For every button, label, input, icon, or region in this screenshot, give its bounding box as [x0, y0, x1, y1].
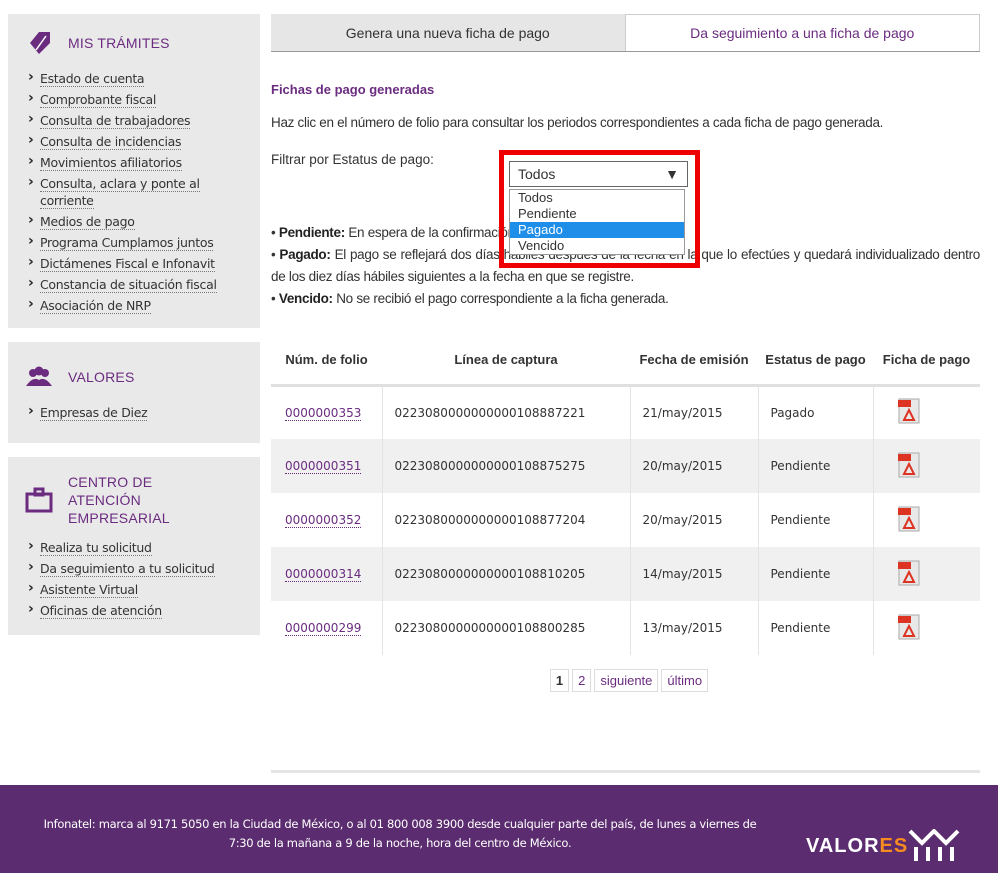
estatus-cell: Pagado [757, 385, 873, 439]
linea-cell: 0223080000000000108877204 [381, 493, 630, 547]
infonavit-logo-icon [908, 829, 960, 861]
fecha-cell: 13/may/2015 [629, 601, 758, 655]
fecha-cell: 21/may/2015 [629, 385, 758, 439]
table-row: 0000000314 0223080000000000108810205 14/… [271, 547, 980, 601]
sidebar-item-medios-de-pago[interactable]: Medios de pago [28, 212, 260, 230]
estatus-cell: Pendiente [757, 547, 873, 601]
page-1[interactable]: 1 [549, 669, 570, 692]
estatus-cell: Pendiente [757, 439, 873, 493]
sidebar: MIS TRÁMITES Estado de cuenta Comprobant… [8, 14, 260, 635]
divider [271, 770, 980, 773]
folio-link[interactable]: 0000000314 [285, 567, 362, 582]
linea-cell: 0223080000000000108810205 [381, 547, 630, 601]
sidebar-item-consulta-aclara[interactable]: Consulta, aclara y ponte al corriente [28, 174, 236, 209]
fichas-table: Núm. de folio Línea de captura Fecha de … [271, 335, 980, 655]
sidebar-item-constancia[interactable]: Constancia de situación fiscal [28, 275, 260, 293]
sidebar-item-empresas-de-diez[interactable]: Empresas de Diez [28, 403, 260, 421]
select-value: Todos [518, 166, 556, 182]
option-vencido[interactable]: Vencido [510, 238, 684, 254]
sidebar-section-centro-atencion: CENTRO DE ATENCIÓN EMPRESARIAL Realiza t… [8, 457, 260, 635]
col-fecha: Fecha de emisión [630, 335, 758, 387]
pdf-icon[interactable] [897, 614, 920, 640]
briefcase-icon [25, 487, 53, 513]
pdf-icon[interactable] [897, 506, 920, 532]
footer: Infonatel: marca al 9171 5050 en la Ciud… [0, 785, 998, 873]
fecha-cell: 20/may/2015 [629, 439, 758, 493]
estatus-cell: Pendiente [757, 493, 873, 547]
sidebar-item-seguimiento-solicitud[interactable]: Da seguimiento a tu solicitud [28, 559, 260, 577]
pdf-icon[interactable] [897, 560, 920, 586]
table-row: 0000000353 0223080000000000108887221 21/… [271, 385, 980, 439]
pdf-icon[interactable] [897, 452, 920, 478]
sidebar-section-title: CENTRO DE ATENCIÓN EMPRESARIAL [68, 474, 170, 526]
table-row: 0000000351 0223080000000000108875275 20/… [271, 439, 980, 493]
status-filter-select[interactable]: Todos ▼ [509, 161, 688, 187]
sidebar-section-header: MIS TRÁMITES [8, 28, 260, 66]
fecha-cell: 14/may/2015 [629, 547, 758, 601]
folio-link[interactable]: 0000000351 [285, 459, 362, 474]
section-title: Fichas de pago generadas [271, 82, 435, 97]
tag-icon [30, 32, 50, 54]
sidebar-item-consulta-incidencias[interactable]: Consulta de incidencias [28, 132, 260, 150]
linea-cell: 0223080000000000108800285 [381, 601, 630, 655]
col-estatus: Estatus de pago [758, 335, 873, 387]
intro-text: Haz clic en el número de folio para cons… [271, 115, 884, 130]
legend-vencido: • Vencido: No se recibió el pago corresp… [271, 291, 669, 306]
page-last[interactable]: último [661, 669, 709, 692]
folio-link[interactable]: 0000000353 [285, 405, 362, 421]
linea-cell: 0223080000000000108887221 [381, 385, 630, 439]
sidebar-item-movimientos-afiliatorios[interactable]: Movimientos afiliatorios [28, 153, 260, 171]
sidebar-item-cumplamos-juntos[interactable]: Programa Cumplamos juntos [28, 233, 260, 251]
option-todos[interactable]: Todos [510, 190, 684, 206]
table-header-row: Núm. de folio Línea de captura Fecha de … [271, 335, 980, 387]
tab-bar: Genera una nueva ficha de pago Da seguim… [271, 14, 980, 52]
estatus-cell: Pendiente [757, 601, 873, 655]
sidebar-section-valores: VALORES Empresas de Diez [8, 342, 260, 443]
table-row: 0000000299 0223080000000000108800285 13/… [271, 601, 980, 655]
sidebar-section-header: CENTRO DE ATENCIÓN EMPRESARIAL [8, 473, 260, 535]
pdf-icon[interactable] [897, 398, 920, 424]
sidebar-item-comprobante-fiscal[interactable]: Comprobante fiscal [28, 90, 260, 108]
sidebar-item-asistente-virtual[interactable]: Asistente Virtual [28, 580, 260, 598]
col-folio: Núm. de folio [271, 335, 382, 387]
filter-label: Filtrar por Estatus de pago: [271, 152, 434, 167]
tab-seguimiento-ficha[interactable]: Da seguimiento a una ficha de pago [624, 14, 980, 51]
fecha-cell: 20/may/2015 [629, 493, 758, 547]
option-pagado[interactable]: Pagado [510, 222, 684, 238]
page-next[interactable]: siguiente [594, 669, 659, 692]
tab-genera-ficha[interactable]: Genera una nueva ficha de pago [271, 14, 625, 51]
sidebar-section-header: VALORES [8, 362, 260, 400]
status-options-list: Todos Pendiente Pagado Vencido [509, 189, 685, 255]
folio-link[interactable]: 0000000299 [285, 621, 362, 636]
linea-cell: 0223080000000000108875275 [381, 439, 630, 493]
sidebar-item-oficinas-atencion[interactable]: Oficinas de atención [28, 601, 260, 619]
table-row: 0000000352 0223080000000000108877204 20/… [271, 493, 980, 547]
sidebar-section-title: VALORES [68, 369, 135, 385]
sidebar-item-estado-de-cuenta[interactable]: Estado de cuenta [28, 69, 260, 87]
dropdown-arrow-icon: ▼ [665, 166, 679, 182]
col-linea: Línea de captura [382, 335, 630, 387]
footer-text: Infonatel: marca al 9171 5050 en la Ciud… [43, 817, 757, 850]
option-pendiente[interactable]: Pendiente [510, 206, 684, 222]
sidebar-item-realiza-solicitud[interactable]: Realiza tu solicitud [28, 538, 260, 556]
sidebar-section-mis-tramites: MIS TRÁMITES Estado de cuenta Comprobant… [8, 14, 260, 328]
people-icon [26, 366, 52, 386]
sidebar-item-dictamenes[interactable]: Dictámenes Fiscal e Infonavit [28, 254, 260, 272]
valores-logo: VALORES [806, 835, 909, 857]
sidebar-item-consulta-trabajadores[interactable]: Consulta de trabajadores [28, 111, 260, 129]
sidebar-section-title: MIS TRÁMITES [68, 35, 170, 51]
col-ficha: Ficha de pago [873, 335, 980, 387]
page-2[interactable]: 2 [572, 669, 592, 692]
sidebar-item-asociacion-nrp[interactable]: Asociación de NRP [28, 296, 260, 314]
main-content: Genera una nueva ficha de pago Da seguim… [271, 14, 980, 692]
pagination: 1 2 siguiente último [281, 669, 980, 692]
folio-link[interactable]: 0000000352 [285, 513, 362, 528]
